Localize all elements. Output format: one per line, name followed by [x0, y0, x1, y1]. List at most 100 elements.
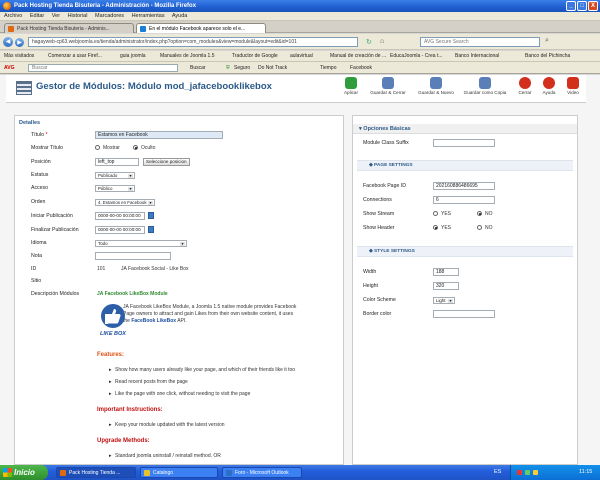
- tab-admin[interactable]: Pack Hosting Tienda Bisuteria - Adminis.…: [4, 23, 134, 33]
- border-color-input[interactable]: [433, 310, 495, 318]
- bookmark-item[interactable]: Banco del Pichincha: [525, 51, 570, 61]
- likebox-logo: LIKE BOX: [99, 302, 127, 340]
- bookmark-item[interactable]: Traductor de Google: [232, 51, 278, 61]
- close-label: Cerrar: [518, 90, 532, 95]
- save-new-button[interactable]: Guardar & Nuevo: [414, 77, 458, 95]
- apply-button[interactable]: Aplicar: [336, 77, 366, 95]
- tray-avg-icon[interactable]: [517, 470, 522, 475]
- publish-down-input[interactable]: 0000-00-00 00:00:00: [95, 226, 145, 234]
- video-icon: [567, 77, 579, 89]
- show-header-no-radio[interactable]: [477, 225, 482, 230]
- height-input[interactable]: 320: [433, 282, 459, 290]
- taskbar-item-firefox[interactable]: Pack Hosting Tienda ...: [56, 467, 136, 478]
- avg-search-input[interactable]: Buscar: [28, 64, 178, 72]
- back-arrow-icon[interactable]: ◀: [3, 37, 13, 47]
- menu-editar[interactable]: Editar: [30, 13, 44, 19]
- status-select[interactable]: Publicado ▾: [95, 172, 135, 179]
- show-title-label: Mostrar Título: [31, 145, 63, 151]
- facebook-page-id-input[interactable]: 202160886486695: [433, 182, 495, 190]
- maximize-button[interactable]: □: [577, 1, 587, 11]
- facebook-page-id-label: Facebook Page ID: [363, 183, 406, 189]
- language-indicator[interactable]: ES: [494, 465, 501, 480]
- bookmark-item[interactable]: Manuales de Joomla 1.5: [160, 51, 214, 61]
- close-window-button[interactable]: X: [588, 1, 598, 11]
- tab-facebook-forum[interactable]: En el módulo Facebook aparece solo el e.…: [136, 23, 266, 33]
- menu-archivo[interactable]: Archivo: [4, 13, 22, 19]
- show-stream-yes-radio[interactable]: [433, 211, 438, 216]
- title-label: Título *: [31, 132, 48, 138]
- tray-speaker-icon[interactable]: [533, 470, 538, 475]
- menu-historial[interactable]: Historial: [68, 13, 88, 19]
- color-scheme-label: Color Scheme: [363, 297, 396, 303]
- avg-do-not-track[interactable]: Do Not Track: [258, 62, 287, 74]
- avg-tiempo[interactable]: Tiempo: [320, 62, 337, 74]
- calendar-icon[interactable]: [148, 226, 154, 233]
- save-copy-button[interactable]: Guardar como Copia: [460, 77, 510, 95]
- show-title-radio-mostrar[interactable]: [95, 145, 100, 150]
- details-legend: Detalles: [19, 120, 41, 126]
- taskbar-item-outlook[interactable]: Foro - Microsoft Outlook: [222, 467, 302, 478]
- avg-facebook[interactable]: Facebook: [350, 62, 372, 74]
- save-new-icon: [430, 77, 442, 89]
- video-button[interactable]: Video: [562, 77, 584, 95]
- publish-up-input[interactable]: 0000-00-00 00:00:00: [95, 212, 145, 220]
- chevron-down-icon: ▾: [448, 298, 453, 303]
- show-stream-no-radio[interactable]: [477, 211, 482, 216]
- window-title: Pack Hosting Tienda Bisuteria - Administ…: [14, 3, 197, 9]
- home-icon[interactable]: ⌂: [380, 38, 384, 45]
- title-input[interactable]: Estamos en Facebook: [95, 131, 223, 139]
- page-settings-separator: ◆ PAGE SETTINGS: [357, 160, 573, 171]
- publish-down-label: Finalizar Publicación: [31, 227, 79, 233]
- start-button[interactable]: Inicio: [0, 465, 48, 480]
- help-icon: [543, 77, 555, 89]
- search-input[interactable]: AVG Secure Search: [420, 37, 540, 47]
- menu-marcadores[interactable]: Marcadores: [95, 13, 124, 19]
- calendar-icon[interactable]: [148, 212, 154, 219]
- reload-icon[interactable]: ↻: [366, 38, 372, 46]
- basic-options-header[interactable]: ▾ Opciones Básicas: [353, 124, 577, 134]
- select-position-button[interactable]: Seleccione posicion: [143, 158, 190, 166]
- avg-search-button[interactable]: Buscar: [190, 62, 206, 74]
- bookmark-item[interactable]: EducaJoomla - Crea t...: [390, 51, 443, 61]
- taskbar-item-catalogo[interactable]: Catalogo: [140, 467, 218, 478]
- tray-network-icon[interactable]: [525, 470, 530, 475]
- likebox-api-link[interactable]: FaceBook LikeBox: [131, 318, 176, 324]
- save-close-button[interactable]: Guardar & Cerrar: [366, 77, 410, 95]
- bookmark-item[interactable]: Banco Internacional: [455, 51, 499, 61]
- bookmark-item[interactable]: Manual de creación de ...: [330, 51, 386, 61]
- color-scheme-select[interactable]: Light ▾: [433, 297, 455, 304]
- menu-ayuda[interactable]: Ayuda: [172, 13, 188, 19]
- access-select[interactable]: Público ▾: [95, 185, 135, 192]
- tab-label: Pack Hosting Tienda Bisuteria - Adminis.…: [17, 26, 110, 32]
- order-label: Orden: [31, 199, 46, 205]
- show-header-yes-radio[interactable]: [433, 225, 438, 230]
- note-input[interactable]: [95, 252, 171, 260]
- minimize-button[interactable]: _: [566, 1, 576, 11]
- module-class-suffix-input[interactable]: [433, 139, 495, 147]
- bookmark-item[interactable]: Más visitados: [4, 51, 34, 61]
- save-icon: [382, 77, 394, 89]
- show-title-radio-oculto[interactable]: [133, 145, 138, 150]
- position-label: Posición: [31, 159, 51, 165]
- order-select[interactable]: 4. Estamos en Facebook ▾: [95, 199, 155, 206]
- bookmark-item[interactable]: aulavirtual: [290, 51, 313, 61]
- outlook-icon: [226, 470, 232, 476]
- forward-arrow-icon[interactable]: ▶: [15, 38, 24, 47]
- site-label: Sitio: [31, 278, 42, 284]
- menu-herramientas[interactable]: Herramientas: [132, 13, 165, 19]
- important-heading: Important Instructions:: [97, 407, 163, 413]
- width-input[interactable]: 188: [433, 268, 459, 276]
- description-line-1: JA Facebook LikeBox Module, a Joomla 1.5…: [123, 304, 297, 310]
- position-input[interactable]: left_top: [95, 158, 139, 166]
- bookmark-item[interactable]: Comenzar a usar Firef...: [48, 51, 102, 61]
- menu-ver[interactable]: Ver: [52, 13, 60, 19]
- search-icon[interactable]: ⌕: [545, 37, 549, 45]
- folder-icon: [144, 470, 150, 476]
- avg-seguro[interactable]: Seguro: [234, 62, 250, 74]
- help-button[interactable]: Ayuda: [538, 77, 560, 95]
- bookmark-item[interactable]: guia joomla: [120, 51, 146, 61]
- close-button[interactable]: Cerrar: [514, 77, 536, 95]
- language-select[interactable]: Todo ▾: [95, 240, 187, 247]
- connections-input[interactable]: 6: [433, 196, 495, 204]
- url-input[interactable]: hagayweb-cp63.webjoomla.es/tienda/admini…: [28, 37, 358, 47]
